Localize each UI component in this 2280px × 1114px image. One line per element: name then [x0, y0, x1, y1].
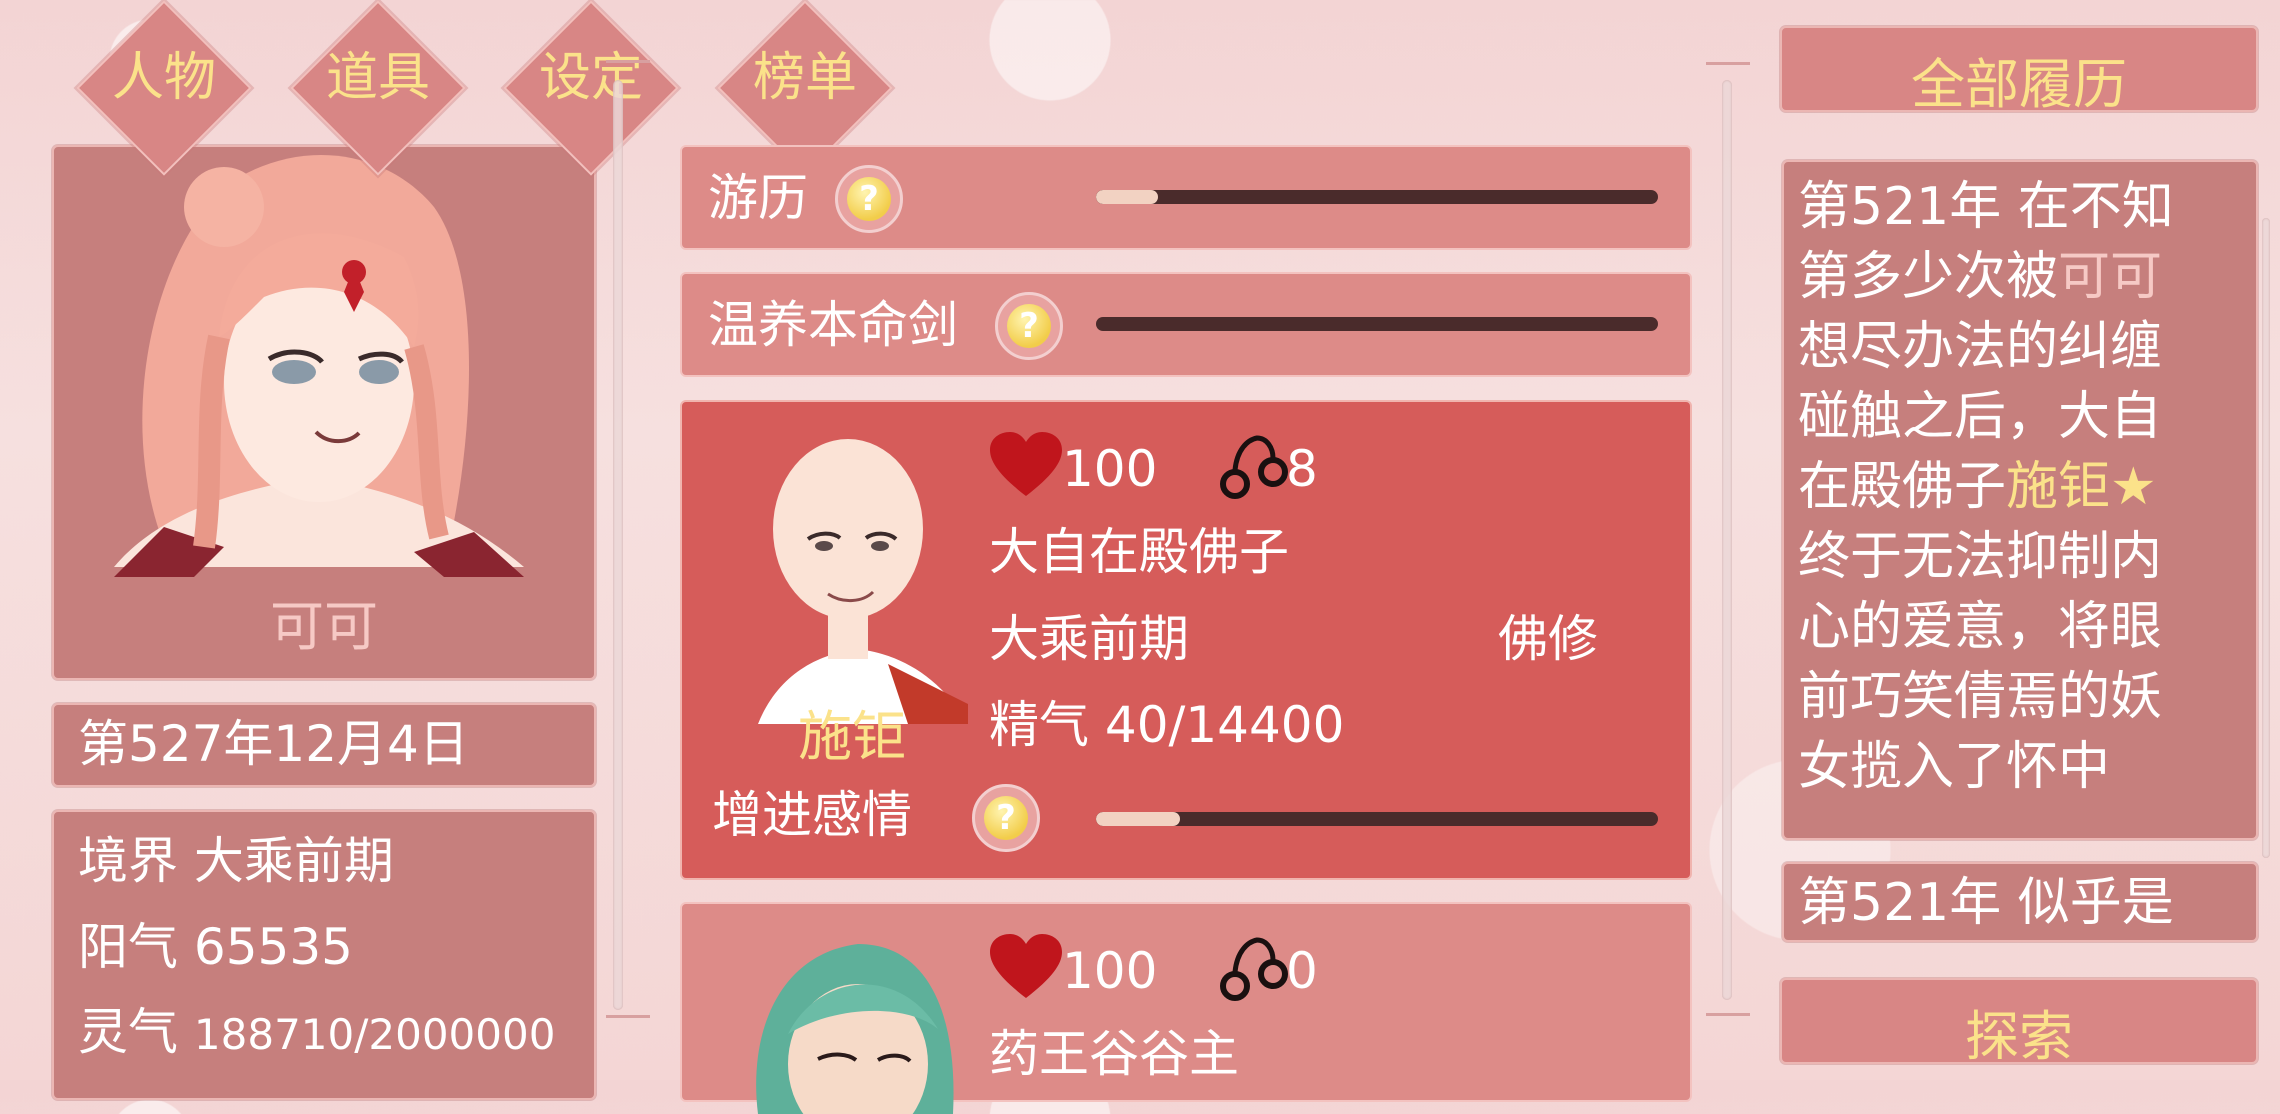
npc-essence: 精气 40/14400 [989, 696, 1345, 754]
scroll-cap [606, 60, 650, 63]
help-button[interactable]: ? [995, 292, 1063, 360]
yang-label: 阳气 [78, 918, 178, 976]
scroll-cap [1706, 62, 1750, 65]
heart-value: 100 [1062, 942, 1158, 1000]
history-highlight: 可可 [2058, 247, 2163, 307]
stats-panel: 境界 大乘前期 阳气 65535 灵气 188710/2000000 [52, 810, 596, 1100]
npc-title: 大自在殿佛子 [989, 523, 1289, 581]
action-label: 温养本命剑 [708, 296, 958, 354]
ling-value: 188710/2000000 [193, 1010, 556, 1059]
tab-items[interactable]: 道具 [284, 0, 466, 176]
character-portrait-panel[interactable]: 可可 [52, 145, 596, 680]
realm-label: 境界 [78, 832, 178, 890]
action-label: 增进感情 [712, 786, 912, 844]
npc-portrait [758, 439, 968, 724]
tab-label: 道具 [325, 48, 430, 108]
history-entry-text: 第521年 在不知第多少次被可可想尽办法的纠缠碰触之后，大自在殿佛子施钜★终于无… [1798, 172, 2198, 802]
help-button[interactable]: ? [972, 784, 1040, 852]
question-icon: ? [847, 177, 891, 221]
tab-label: 人物 [111, 48, 216, 108]
stat-yang: 阳气 65535 [78, 922, 353, 972]
tab-label: 设定 [538, 48, 643, 108]
npc-portrait [756, 944, 954, 1114]
shackles-value: 8 [1286, 440, 1318, 498]
history-scrollbar[interactable] [2262, 218, 2270, 858]
shackles-value: 0 [1286, 942, 1318, 1000]
heart-value: 100 [1062, 440, 1158, 498]
realm-value: 大乘前期 [193, 832, 394, 890]
progress-fill [1096, 812, 1181, 826]
game-date: 第527年12月4日 [78, 715, 469, 773]
tab-settings[interactable]: 设定 [497, 0, 679, 176]
character-name: 可可 [270, 595, 378, 658]
shackles-icon [1220, 937, 1288, 1001]
explore-label: 探索 [1965, 1005, 2073, 1068]
stat-ling: 灵气 188710/2000000 [78, 1007, 555, 1057]
npc-realm: 大乘前期 [989, 610, 1189, 668]
affection-progress-bar [1096, 812, 1658, 826]
scroll-cap [1706, 1013, 1750, 1016]
question-icon: ? [984, 796, 1028, 840]
npc-card-selected[interactable]: 施钜 100 8 大自在殿佛子 大乘前期 佛修 精气 40/14400 增进感情… [680, 400, 1692, 880]
tab-label: 榜单 [752, 48, 857, 108]
heart-icon [990, 934, 1062, 998]
stat-realm: 境界 大乘前期 [78, 836, 394, 886]
explore-button[interactable]: 探索 [1780, 978, 2258, 1068]
yang-value: 65535 [193, 918, 353, 976]
history-title: 全部履历 [1911, 53, 2127, 116]
action-row-nurture-sword[interactable]: 温养本命剑 ? [680, 272, 1692, 377]
question-icon: ? [1007, 304, 1051, 348]
character-portrait [114, 154, 524, 577]
npc-title: 药王谷谷主 [989, 1025, 1239, 1083]
shackles-icon [1220, 435, 1288, 499]
history-entry-text: 第521年 似乎是 [1798, 873, 2174, 933]
history-entry: 第521年 似乎是 [1782, 862, 2258, 942]
tab-characters[interactable]: 人物 [70, 0, 252, 176]
date-panel: 第527年12月4日 [52, 703, 596, 787]
heart-icon [990, 432, 1062, 496]
middle-scrollbar[interactable] [1722, 80, 1732, 1000]
npc-path: 佛修 [1498, 610, 1598, 668]
action-row-travel[interactable]: 游历 ? [680, 145, 1692, 250]
npc-name: 施钜 [798, 705, 906, 768]
scroll-cap [606, 1015, 650, 1018]
help-button[interactable]: ? [835, 165, 903, 233]
action-label: 游历 [708, 169, 808, 227]
progress-bar [1096, 317, 1658, 331]
left-scrollbar[interactable] [613, 80, 623, 1010]
history-entry: 第521年 在不知第多少次被可可想尽办法的纠缠碰触之后，大自在殿佛子施钜★终于无… [1782, 160, 2258, 840]
history-text: 终于无法抑制内心的爱意，将眼前巧笑倩焉的妖女揽入了怀中 [1798, 527, 2163, 797]
progress-fill [1096, 190, 1158, 204]
ling-label: 灵气 [78, 1003, 178, 1061]
npc-card[interactable]: 100 0 药王谷谷主 [680, 902, 1692, 1114]
history-highlight: 施钜★ [2006, 457, 2157, 517]
progress-bar [1096, 190, 1658, 204]
history-header[interactable]: 全部履历 [1780, 26, 2258, 116]
